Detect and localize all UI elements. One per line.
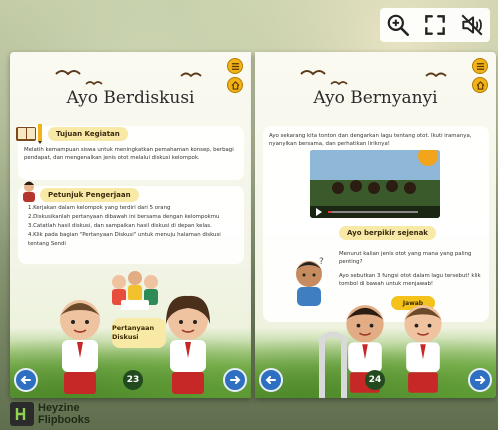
question-1: Menurut kalian jenis otot yang mana yang… bbox=[339, 251, 472, 265]
prev-page-button-right[interactable] bbox=[259, 368, 283, 392]
girl-student-illustration bbox=[166, 295, 210, 394]
left-page: Ayo Berdiskusi Tujuan Kegiatan Melatih k… bbox=[10, 52, 251, 398]
logo-line-1: Heyzine bbox=[38, 402, 80, 414]
zoom-in-icon[interactable] bbox=[385, 12, 411, 38]
petunjuk-label: Petunjuk Pengerjaan bbox=[40, 188, 139, 202]
next-page-button[interactable] bbox=[468, 368, 492, 392]
tujuan-card: Tujuan Kegiatan Melatih kemampuan siswa … bbox=[16, 124, 244, 180]
boy-student-illustration bbox=[404, 305, 442, 393]
heyzine-logo[interactable]: Heyzine Flipbooks bbox=[10, 402, 90, 426]
mute-icon[interactable] bbox=[459, 12, 485, 38]
fullscreen-icon[interactable] bbox=[422, 12, 448, 38]
heyzine-logo-mark bbox=[10, 402, 34, 426]
viewer-toolbar bbox=[380, 8, 490, 42]
step-item: 1.Kerjakan dalam kelompok yang terdiri d… bbox=[28, 205, 171, 211]
tujuan-text: Melatih kemampuan siswa untuk meningkatk… bbox=[24, 147, 234, 161]
menu-icon[interactable] bbox=[227, 58, 243, 74]
prev-page-button[interactable] bbox=[14, 368, 38, 392]
petunjuk-card: Petunjuk Pengerjaan 1.Kerjakan dalam kel… bbox=[18, 181, 244, 264]
logo-line-2: Flipbooks bbox=[38, 414, 90, 426]
boy-student-illustration bbox=[60, 300, 100, 394]
page-title: Ayo Berdiskusi bbox=[66, 88, 195, 108]
page-number: 24 bbox=[365, 370, 385, 390]
thinking-boy-illustration: ? bbox=[296, 257, 324, 306]
next-page-button-left[interactable] bbox=[223, 368, 247, 392]
page-title: Ayo Bernyanyi bbox=[313, 88, 438, 108]
teacher-avatar-icon bbox=[23, 181, 35, 202]
steps-list: 1.Kerjakan dalam kelompok yang terdiri d… bbox=[28, 204, 240, 249]
book-pencil-icon bbox=[16, 124, 42, 144]
ayo-berpikir-label: Ayo berpikir sejenak bbox=[339, 226, 436, 240]
step-item: 2.Diskusikanlah pertanyaan dibawah ini b… bbox=[28, 214, 220, 220]
tujuan-label: Tujuan Kegiatan bbox=[48, 127, 128, 141]
step-item: 3.Catatlah hasil diskusi, dan sampaikan … bbox=[28, 223, 212, 229]
menu-icon[interactable] bbox=[472, 58, 488, 74]
arrow-left-icon bbox=[265, 376, 276, 384]
question-2: Ayo sebutkan 3 fungsi otot dalam lagu te… bbox=[339, 273, 481, 287]
song-card: Ayo sekarang kita tonton dan dengarkan l… bbox=[263, 126, 489, 322]
intro-text: Ayo sekarang kita tonton dan dengarkan l… bbox=[269, 133, 472, 147]
video-thumbnail bbox=[310, 150, 440, 218]
arrow-left-icon bbox=[20, 376, 31, 384]
step-item: tentang Sendi bbox=[28, 241, 66, 247]
step-item: 4.Klik pada bagian "Pertanyaan Diskusi" … bbox=[28, 232, 221, 238]
song-video-player[interactable] bbox=[310, 150, 440, 218]
heyzine-logo-text: Heyzine Flipbooks bbox=[38, 402, 90, 426]
svg-text:?: ? bbox=[319, 257, 324, 267]
arrow-right-icon bbox=[230, 376, 241, 384]
flipbook: Ayo Berdiskusi Tujuan Kegiatan Melatih k… bbox=[10, 52, 496, 398]
page-number: 23 bbox=[123, 370, 143, 390]
arrow-right-icon bbox=[475, 376, 486, 384]
group-kids-illustration bbox=[112, 271, 158, 310]
right-page: Ayo Bernyanyi Ayo sekarang kita tonton d… bbox=[255, 52, 496, 398]
